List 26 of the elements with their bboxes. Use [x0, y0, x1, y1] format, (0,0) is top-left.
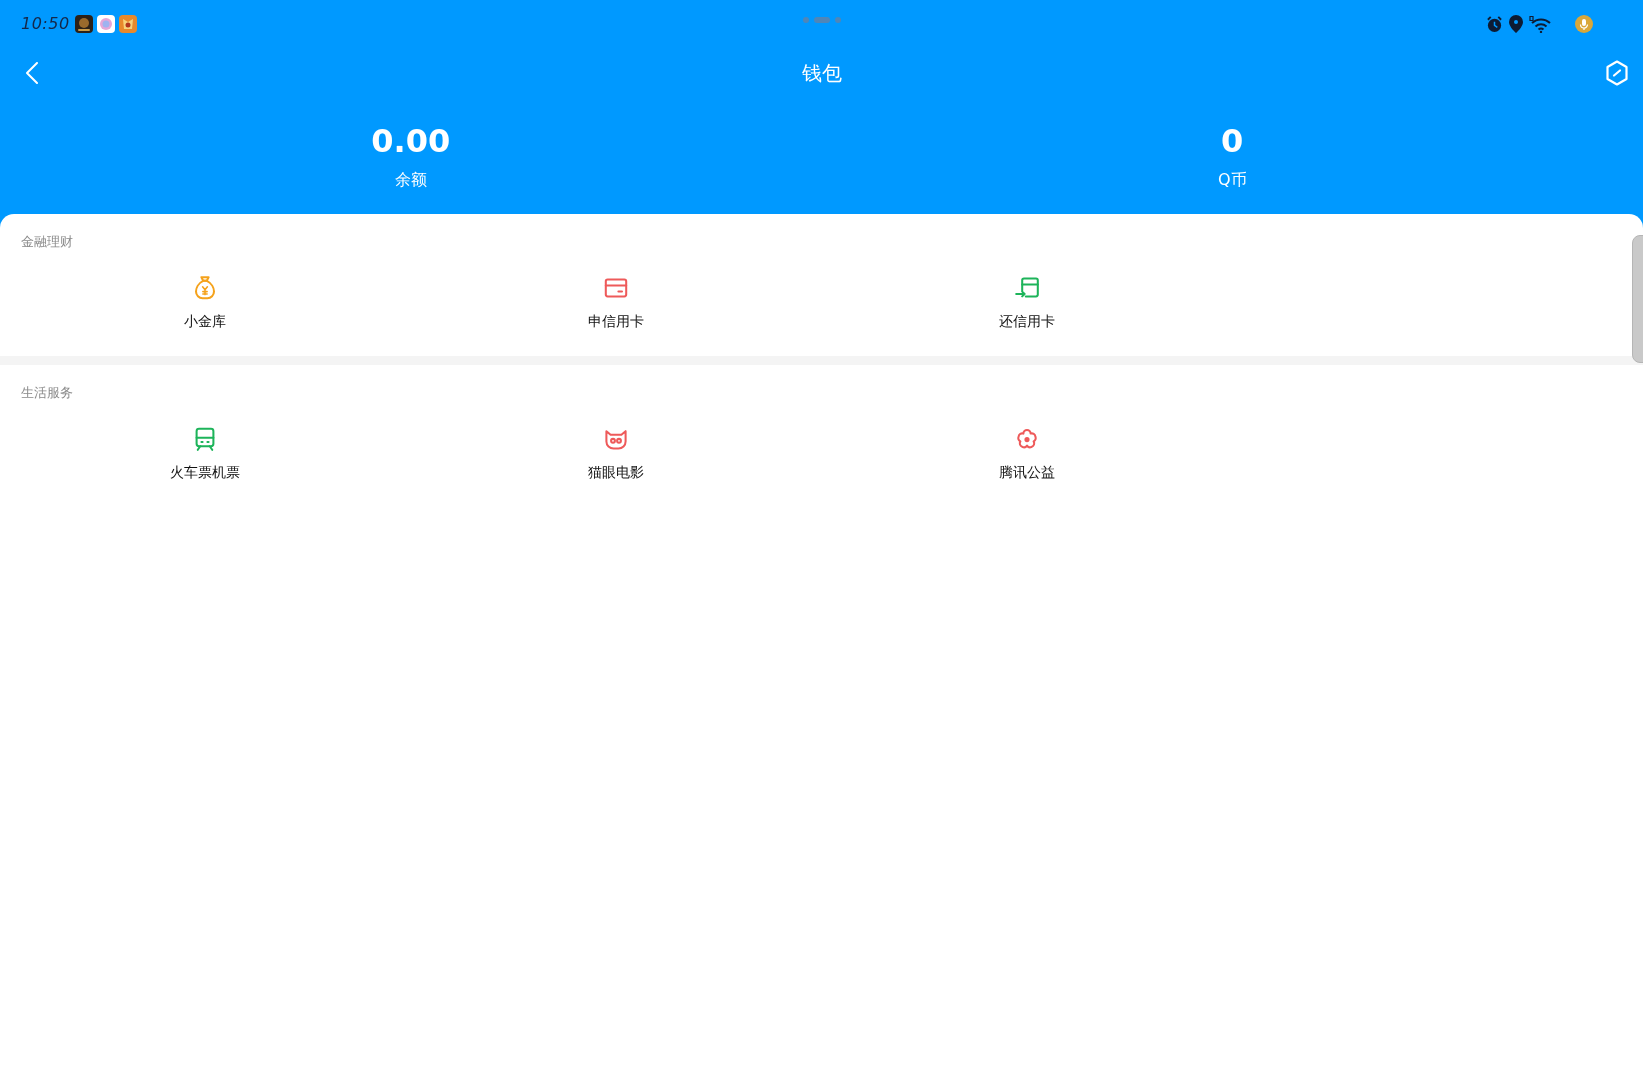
app-icon [118, 15, 137, 33]
service-button[interactable]: 小金库 [184, 276, 227, 331]
hexagon-shield-icon [1605, 60, 1629, 86]
page-title: 钱包 [801, 63, 842, 83]
app-icon [74, 15, 93, 33]
service-button[interactable]: 申信用卡 [588, 276, 645, 331]
balance-amount: 0 [1221, 122, 1244, 160]
alarm-clock-icon [1486, 15, 1503, 33]
section-title: 生活服务 [21, 384, 73, 402]
balance-amount: 0.00 [371, 122, 451, 160]
balance-label: Q币 [1217, 169, 1247, 191]
service-button[interactable]: 还信用卡 [998, 276, 1055, 331]
window-dots-icon[interactable] [802, 16, 842, 24]
section-title: 金融理财 [21, 233, 73, 251]
service-button[interactable]: 腾讯公益 [998, 427, 1055, 482]
service-button[interactable]: 猫眼电影 [588, 427, 645, 482]
status-time: 10:50 [21, 16, 70, 32]
wifi-icon [1529, 15, 1553, 33]
security-button[interactable] [1605, 60, 1629, 86]
service-button[interactable]: 火车票机票 [170, 427, 241, 482]
app-icon [96, 15, 115, 33]
back-icon [26, 62, 38, 84]
side-panel-handle[interactable] [1632, 235, 1643, 363]
microphone-icon [1575, 15, 1593, 33]
location-pin-icon [1509, 15, 1523, 33]
balance-label: 余额 [394, 169, 427, 191]
